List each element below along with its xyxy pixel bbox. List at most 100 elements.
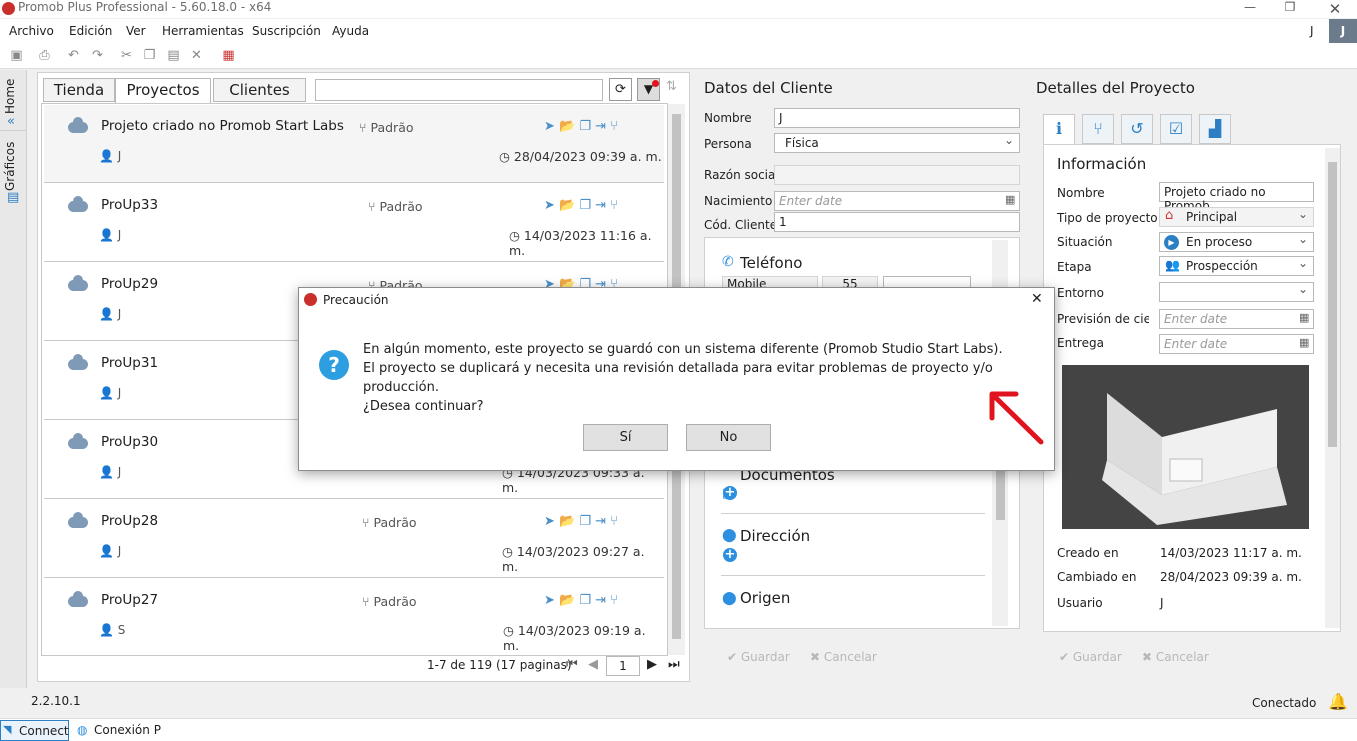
- client-code-input[interactable]: 1: [774, 212, 1020, 232]
- cloud-icon: [68, 591, 88, 607]
- project-search-input[interactable]: [315, 79, 603, 101]
- tab-conexion[interactable]: Conexión P: [94, 723, 161, 737]
- client-business-input[interactable]: [774, 165, 1020, 185]
- print-icon[interactable]: ⎙: [36, 47, 53, 64]
- detail-name-input[interactable]: Projeto criado no Promob: [1159, 182, 1314, 213]
- project-actions[interactable]: ➤ 📂 ❐ ⇥ ⑂: [544, 514, 618, 529]
- project-name: ProUp29: [101, 276, 159, 292]
- user-avatar[interactable]: J: [1329, 19, 1357, 43]
- origin-pin-icon: ⬤: [722, 591, 737, 606]
- cut-icon[interactable]: ✂: [118, 47, 135, 64]
- project-user: 👤 J: [99, 307, 122, 321]
- sidebar-home[interactable]: Home: [3, 76, 25, 116]
- graphics-icon[interactable]: ▤: [7, 190, 19, 205]
- details-save-button[interactable]: ✔ Guardar: [1059, 650, 1122, 664]
- detail-stage-select[interactable]: Prospección: [1159, 256, 1314, 276]
- house-icon: ⌂: [1165, 208, 1174, 223]
- undo-icon[interactable]: ↶: [65, 47, 82, 64]
- tab-production-icon[interactable]: ▟: [1199, 114, 1231, 144]
- page-number-input[interactable]: 1: [606, 656, 640, 676]
- menu-suscripcion[interactable]: Suscripción: [252, 24, 321, 38]
- tab-proyectos[interactable]: Proyectos: [115, 78, 211, 103]
- details-scrollbar-thumb[interactable]: [1328, 162, 1337, 447]
- client-birth-label: Nacimiento: [704, 194, 773, 208]
- detail-status-label: Situación: [1057, 235, 1113, 249]
- project-actions[interactable]: ➤ 📂 ❐ ⇥ ⑂: [544, 593, 618, 608]
- menu-ayuda[interactable]: Ayuda: [332, 24, 369, 38]
- dialog-close-icon[interactable]: ✕: [1031, 291, 1043, 307]
- tab-tienda[interactable]: Tienda: [43, 78, 115, 102]
- project-name: ProUp30: [101, 434, 159, 450]
- detail-status-select[interactable]: En proceso: [1159, 232, 1314, 252]
- menu-edicion[interactable]: Edición: [69, 24, 112, 38]
- prev-page-icon[interactable]: ◀: [588, 657, 598, 672]
- menu-ver[interactable]: Ver: [126, 24, 146, 38]
- client-person-select[interactable]: Física: [774, 133, 1020, 153]
- first-page-icon[interactable]: ⏮: [566, 657, 578, 672]
- client-cancel-button[interactable]: ✖ Cancelar: [810, 650, 877, 664]
- yes-button[interactable]: Sí: [583, 424, 668, 451]
- notification-bell-icon[interactable]: 🔔: [1328, 692, 1348, 711]
- menu-herramientas[interactable]: Herramientas: [162, 24, 244, 38]
- client-panel-title: Datos del Cliente: [704, 79, 833, 97]
- info-section-title: Información: [1057, 155, 1147, 173]
- detail-environment-select[interactable]: [1159, 282, 1314, 302]
- minimize-icon[interactable]: —: [1238, 0, 1262, 18]
- delete-icon[interactable]: ✕: [188, 47, 205, 64]
- forecast-calendar-icon[interactable]: ▦: [1299, 311, 1309, 324]
- details-cancel-button[interactable]: ✖ Cancelar: [1142, 650, 1209, 664]
- last-page-icon[interactable]: ⏭: [668, 657, 680, 672]
- client-code-label: Cód. Cliente: [704, 218, 778, 232]
- project-actions[interactable]: ➤ 📂 ❐ ⇥ ⑂: [544, 119, 618, 134]
- tab-history-icon[interactable]: ↺: [1121, 114, 1153, 144]
- details-scrollbar[interactable]: [1325, 148, 1340, 628]
- refresh-icon[interactable]: ⟳: [609, 78, 632, 101]
- client-business-label: Razón social: [704, 168, 779, 182]
- tab-structure-icon[interactable]: ⑂: [1082, 114, 1114, 144]
- home-icon[interactable]: «: [7, 114, 15, 129]
- project-item-1[interactable]: ProUp33 ⑂ Padrão ➤ 📂 ❐ ⇥ ⑂ 👤 J ◷ 14/03/2…: [44, 184, 664, 262]
- client-name-input[interactable]: J: [774, 108, 1020, 128]
- close-icon[interactable]: ✕: [1323, 0, 1347, 18]
- client-save-button[interactable]: ✔ Guardar: [727, 650, 790, 664]
- restore-icon[interactable]: ❐: [1278, 0, 1302, 18]
- copy-icon[interactable]: ❐: [141, 47, 158, 64]
- client-birth-input[interactable]: Enter date: [774, 191, 1020, 211]
- tab-clientes[interactable]: Clientes: [213, 78, 306, 102]
- color-palette-icon[interactable]: ▦: [220, 47, 237, 64]
- address-section-title: Dirección: [740, 527, 811, 545]
- project-item-6[interactable]: ProUp27 ⑂ Padrão ➤ 📂 ❐ ⇥ ⑂ 👤 S ◷ 14/03/2…: [44, 579, 664, 653]
- delivery-calendar-icon[interactable]: ▦: [1299, 336, 1309, 349]
- project-actions[interactable]: ➤ 📂 ❐ ⇥ ⑂: [544, 198, 618, 213]
- people-icon: 👥: [1165, 258, 1180, 272]
- tab-info-icon[interactable]: ℹ: [1043, 114, 1075, 144]
- sort-icon[interactable]: ⇅: [666, 79, 677, 94]
- detail-forecast-input[interactable]: Enter date: [1159, 309, 1314, 329]
- detail-delivery-input[interactable]: Enter date: [1159, 334, 1314, 354]
- project-item-5[interactable]: ProUp28 ⑂ Padrão ➤ 📂 ❐ ⇥ ⑂ 👤 J ◷ 14/03/2…: [44, 500, 664, 578]
- tab-checklist-icon[interactable]: ☑: [1160, 114, 1192, 144]
- client-scrollbar-thumb[interactable]: [996, 470, 1005, 520]
- connection-status: Conectado: [1252, 696, 1317, 710]
- project-type: ⑂ Padrão: [362, 515, 417, 530]
- project-type: ⑂ Padrão: [368, 199, 423, 214]
- cloud-icon: [68, 512, 88, 528]
- detail-type-select[interactable]: Principal: [1159, 207, 1314, 227]
- phone-icon: ✆: [722, 254, 734, 270]
- play-icon: ▶: [1164, 235, 1179, 250]
- details-panel-title: Detalles del Proyecto: [1036, 79, 1195, 97]
- caution-dialog: Precaución ✕ ? En algún momento, este pr…: [298, 287, 1055, 471]
- add-document-button[interactable]: +: [723, 486, 737, 500]
- paste-icon[interactable]: ▤: [165, 47, 182, 64]
- next-page-icon[interactable]: ▶: [647, 657, 657, 672]
- calendar-icon[interactable]: ▦: [1005, 193, 1015, 206]
- add-address-button[interactable]: +: [723, 548, 737, 562]
- menu-archivo[interactable]: Archivo: [9, 24, 54, 38]
- project-item-0[interactable]: Projeto criado no Promob Start Labs ⑂ Pa…: [44, 105, 664, 183]
- sidebar-graphics[interactable]: Gráficos: [3, 138, 25, 194]
- no-button[interactable]: No: [686, 424, 771, 451]
- client-person-label: Persona: [704, 137, 752, 151]
- redo-icon[interactable]: ↷: [89, 47, 106, 64]
- save-icon[interactable]: ▣: [8, 47, 25, 64]
- project-type: ⑂ Padrão: [359, 120, 414, 135]
